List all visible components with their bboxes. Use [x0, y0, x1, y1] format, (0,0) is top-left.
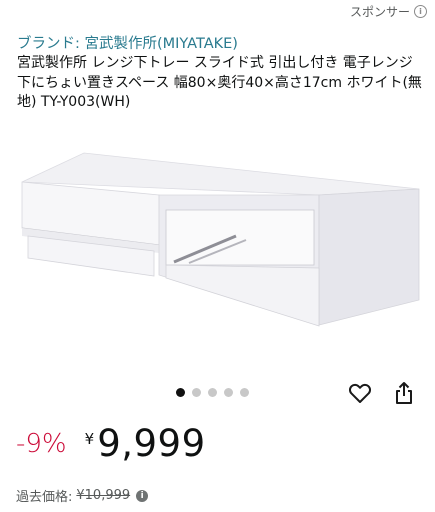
carousel-dot[interactable]	[192, 388, 201, 397]
product-image[interactable]	[14, 150, 424, 350]
past-price-value: ¥10,999	[76, 488, 131, 503]
heart-icon	[348, 383, 372, 403]
carousel-dot[interactable]	[224, 388, 233, 397]
info-icon[interactable]: i	[136, 489, 149, 502]
carousel-dot[interactable]	[208, 388, 217, 397]
past-price: 過去価格: ¥10,999 i	[16, 486, 149, 505]
past-price-label: 過去価格:	[16, 490, 73, 505]
share-icon	[396, 382, 412, 404]
carousel-dot[interactable]	[176, 388, 185, 397]
price-row: -9% ¥ 9,999	[16, 424, 206, 464]
price-currency: ¥	[84, 430, 95, 448]
sponsored-text: スポンサー	[349, 5, 410, 19]
brand-link[interactable]: ブランド: 宮武製作所(MIYATAKE)	[17, 32, 238, 53]
carousel-dot[interactable]	[240, 388, 249, 397]
info-icon[interactable]: i	[414, 5, 427, 18]
discount-badge: -9%	[16, 429, 67, 459]
wishlist-button[interactable]	[347, 380, 373, 406]
product-title: 宮武製作所 レンジ下トレー スライド式 引出し付き 電子レンジ下にちょい置きスペ…	[17, 55, 422, 110]
carousel-indicator[interactable]	[176, 388, 249, 397]
price-amount: 9,999	[97, 422, 206, 465]
sponsored-label[interactable]: スポンサー i	[350, 3, 427, 20]
share-button[interactable]	[391, 380, 417, 406]
